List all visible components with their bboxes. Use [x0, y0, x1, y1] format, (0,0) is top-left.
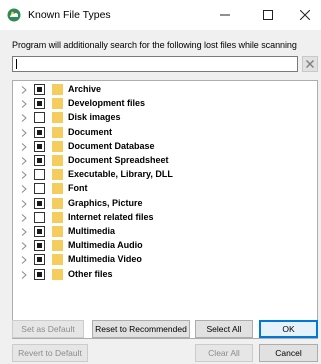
tree-item-checkbox[interactable]	[34, 126, 45, 138]
tree-item[interactable]: Archive	[13, 84, 313, 96]
folder-icon	[52, 112, 63, 124]
file-types-tree[interactable]: Archive Development files Disk images Docum…	[12, 80, 318, 339]
tree-item-checkbox[interactable]	[34, 268, 45, 280]
title-bar[interactable]: Known File Types	[0, 0, 321, 30]
tree-item[interactable]: Disk images	[13, 112, 313, 124]
text-caret	[16, 59, 17, 69]
tree-item-checkbox[interactable]	[34, 169, 45, 181]
minimize-icon	[220, 14, 230, 16]
folder-icon	[52, 226, 63, 237]
chevron-right-icon[interactable]	[19, 241, 29, 251]
tree-item-label: Document Database	[68, 140, 155, 151]
tree-item[interactable]: Graphics, Picture	[13, 197, 313, 210]
tree-item[interactable]: Internet related files	[13, 211, 313, 224]
tree-item[interactable]: Development files	[13, 98, 313, 110]
clear-icon	[306, 60, 314, 68]
search-input[interactable]	[12, 56, 298, 72]
chevron-right-icon[interactable]	[19, 255, 29, 265]
chevron-right-icon[interactable]	[19, 270, 29, 280]
chevron-right-icon[interactable]	[19, 142, 29, 152]
app-icon	[7, 8, 21, 22]
tree-item-checkbox[interactable]	[34, 98, 45, 110]
instruction-text: Program will additionally search for the…	[12, 40, 297, 50]
folder-icon	[52, 155, 63, 166]
known-file-types-window: Known File Types Program will additional…	[0, 0, 321, 364]
chevron-right-icon[interactable]	[19, 199, 29, 209]
close-icon	[300, 10, 310, 20]
chevron-right-icon[interactable]	[19, 128, 29, 138]
folder-icon	[52, 211, 63, 223]
tree-item[interactable]: Document	[13, 126, 313, 139]
folder-icon	[52, 254, 63, 266]
chevron-right-icon[interactable]	[19, 227, 29, 237]
chevron-right-icon[interactable]	[19, 170, 29, 180]
tree-item[interactable]: Multimedia Audio	[13, 240, 313, 252]
tree-item-label: Document	[68, 126, 113, 137]
folder-icon	[52, 268, 63, 280]
clear-all-button[interactable]: Clear All	[195, 344, 253, 362]
folder-icon	[52, 197, 63, 209]
tree-item[interactable]: Multimedia Video	[13, 254, 313, 266]
tree-item-checkbox[interactable]	[34, 197, 45, 209]
chevron-right-icon[interactable]	[19, 113, 29, 123]
window-title: Known File Types	[28, 9, 111, 21]
set-as-default-button[interactable]: Set as Default	[12, 320, 84, 338]
folder-icon	[52, 98, 63, 110]
folder-icon	[52, 84, 63, 95]
tree-item-checkbox[interactable]	[34, 155, 45, 166]
tree-item[interactable]: Other files	[13, 268, 313, 281]
tree-item[interactable]: Executable, Library, DLL	[13, 169, 313, 181]
tree-item-label: Multimedia	[68, 226, 116, 236]
tree-item[interactable]: Document Database	[13, 140, 313, 153]
tree-item-label: Executable, Library, DLL	[68, 169, 173, 180]
tree-item[interactable]: Font	[13, 183, 313, 195]
folder-icon	[52, 169, 63, 181]
tree-item-label: Font	[68, 183, 88, 194]
folder-icon	[52, 126, 63, 138]
folder-icon	[52, 240, 63, 252]
chevron-right-icon[interactable]	[19, 213, 29, 223]
folder-icon	[52, 183, 63, 195]
tree-item-label: Development files	[68, 98, 146, 109]
chevron-right-icon[interactable]	[19, 156, 29, 166]
cancel-button[interactable]: Cancel	[259, 344, 318, 362]
tree-item-checkbox[interactable]	[34, 240, 45, 252]
maximize-icon	[263, 10, 273, 20]
clear-search-button[interactable]	[302, 56, 318, 72]
tree-item-label: Document Spreadsheet	[68, 155, 169, 165]
maximize-button[interactable]	[249, 0, 287, 30]
chevron-right-icon[interactable]	[19, 99, 29, 109]
ok-button[interactable]: OK	[259, 320, 318, 338]
tree-item-label: Graphics, Picture	[68, 197, 143, 208]
chevron-right-icon[interactable]	[19, 85, 29, 95]
tree-item-checkbox[interactable]	[34, 183, 45, 195]
select-all-button[interactable]: Select All	[195, 320, 253, 338]
tree-item-checkbox[interactable]	[34, 84, 45, 95]
tree-item-label: Multimedia Audio	[68, 240, 143, 251]
tree-item-label: Multimedia Video	[68, 254, 142, 265]
tree-item-label: Archive	[68, 84, 102, 94]
chevron-right-icon[interactable]	[19, 184, 29, 194]
minimize-button[interactable]	[206, 0, 244, 30]
tree-item-checkbox[interactable]	[34, 254, 45, 266]
tree-item[interactable]: Multimedia	[13, 226, 313, 238]
tree-item[interactable]: Document Spreadsheet	[13, 155, 313, 167]
revert-to-default-button[interactable]: Revert to Default	[12, 344, 88, 362]
folder-icon	[52, 140, 63, 152]
tree-item-label: Internet related files	[68, 211, 154, 222]
tree-item-label: Other files	[68, 268, 113, 279]
tree-item-checkbox[interactable]	[34, 211, 45, 223]
reset-to-recommended-button[interactable]: Reset to Recommended	[92, 320, 190, 338]
tree-item-checkbox[interactable]	[34, 112, 45, 124]
tree-item-checkbox[interactable]	[34, 226, 45, 237]
close-button[interactable]	[286, 0, 321, 30]
tree-item-checkbox[interactable]	[34, 140, 45, 152]
tree-item-label: Disk images	[68, 112, 121, 123]
